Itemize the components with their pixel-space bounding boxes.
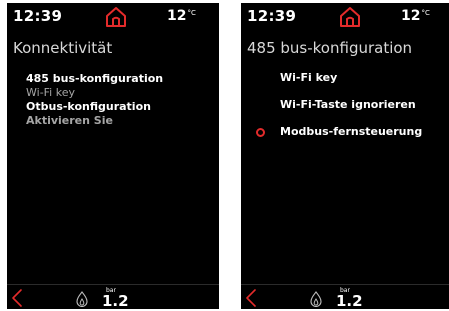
- menu-item-wifi-key[interactable]: Wi-Fi key: [26, 86, 163, 100]
- option-wifi-key[interactable]: Wi-Fi key: [241, 69, 449, 87]
- connectivity-menu: 485 bus-konfiguration Wi-Fi key Otbus-ko…: [26, 72, 163, 128]
- clock: 12:39: [13, 7, 63, 25]
- chevron-left-icon[interactable]: [243, 287, 259, 309]
- chevron-left-icon[interactable]: [9, 287, 25, 309]
- option-label: Wi-Fi-Taste ignorieren: [280, 98, 416, 111]
- status-bar: 12:39 12°C: [7, 3, 219, 31]
- temperature-unit: °C: [421, 9, 430, 17]
- option-label: Modbus-fernsteuerung: [280, 125, 423, 138]
- selected-marker-icon: [256, 128, 265, 137]
- flame-icon: [76, 291, 88, 307]
- menu-item-485-bus-configuration[interactable]: 485 bus-konfiguration: [26, 72, 163, 86]
- temperature-value: 12: [167, 8, 187, 24]
- menu-item-activate[interactable]: Aktivieren Sie: [26, 114, 163, 128]
- home-icon[interactable]: [104, 5, 128, 29]
- page-title: 485 bus-konfiguration: [247, 39, 413, 57]
- option-ignore-wifi-key[interactable]: Wi-Fi-Taste ignorieren: [241, 96, 449, 114]
- footer-divider: [241, 284, 449, 285]
- menu-item-otbus-configuration[interactable]: Otbus-konfiguration: [26, 100, 163, 114]
- home-icon[interactable]: [338, 5, 362, 29]
- temperature-unit: °C: [187, 9, 196, 17]
- footer-divider: [7, 284, 219, 285]
- option-modbus-remote-control[interactable]: Modbus-fernsteuerung: [241, 123, 449, 141]
- flame-icon: [310, 291, 322, 307]
- connectivity-screen: 12:39 12°C Konnektivität 485 bus-konfigu…: [7, 3, 219, 309]
- page-title: Konnektivität: [13, 39, 113, 57]
- clock: 12:39: [247, 7, 297, 25]
- pressure-value: 1.2: [336, 292, 363, 309]
- option-label: Wi-Fi key: [280, 71, 338, 84]
- pressure-value: 1.2: [102, 292, 129, 309]
- status-bar: 12:39 12°C: [241, 3, 449, 31]
- temperature-value: 12: [401, 8, 421, 24]
- temperature-readout: 12°C: [401, 8, 430, 24]
- temperature-readout: 12°C: [167, 8, 196, 24]
- bus-configuration-screen: 12:39 12°C 485 bus-konfiguration Wi-Fi k…: [241, 3, 449, 309]
